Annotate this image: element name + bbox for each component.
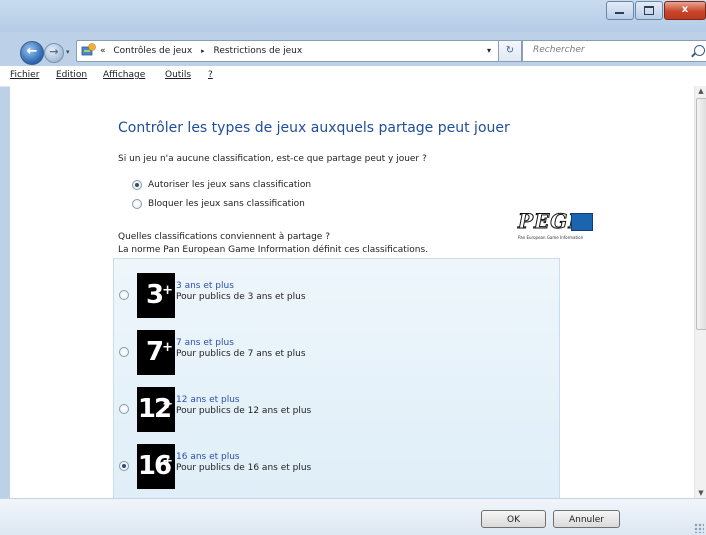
address-bar[interactable]: « Contrôles de jeux ▸ Restrictions de je… bbox=[76, 40, 500, 62]
menu-tools[interactable]: Outils bbox=[165, 70, 191, 80]
maximize-icon bbox=[636, 2, 662, 19]
ratings-question-line2: La norme Pan European Game Information d… bbox=[118, 245, 429, 255]
rating-row-3[interactable]: 3 + 3 ans et plus Pour publics de 3 ans … bbox=[114, 269, 559, 321]
pegi-7-icon: 7 + bbox=[137, 330, 175, 375]
pegi-3-plus: + bbox=[162, 283, 173, 298]
dialog-button-bar: OK Annuler bbox=[0, 498, 706, 535]
block-unrated-label[interactable]: Bloquer les jeux sans classification bbox=[148, 199, 305, 209]
pegi-logo-flag-icon bbox=[571, 213, 593, 231]
minimize-button[interactable] bbox=[606, 1, 634, 20]
content-pane: Contrôler les types de jeux auxquels par… bbox=[10, 86, 694, 500]
rating-12-description: Pour publics de 12 ans et plus bbox=[176, 406, 312, 416]
rating-row-7[interactable]: 7 + 7 ans et plus Pour publics de 7 ans … bbox=[114, 326, 559, 378]
pegi-12-icon: 12 + bbox=[137, 387, 175, 432]
recent-pages-dropdown[interactable]: ▾ bbox=[66, 48, 70, 56]
scroll-down-icon[interactable]: ▼ bbox=[695, 489, 706, 497]
breadcrumb-item-game-restrictions[interactable]: Restrictions de jeux bbox=[213, 41, 302, 61]
address-dropdown-icon[interactable]: ▾ bbox=[487, 41, 491, 61]
back-button[interactable]: ← bbox=[20, 41, 44, 65]
cancel-button[interactable]: Annuler bbox=[553, 510, 620, 528]
rating-3-description: Pour publics de 3 ans et plus bbox=[176, 292, 306, 302]
allow-unrated-option[interactable]: Autoriser les jeux sans classification bbox=[132, 178, 311, 192]
refresh-button[interactable]: ↻ bbox=[498, 40, 522, 62]
close-icon: x bbox=[681, 4, 689, 15]
allow-unrated-radio[interactable] bbox=[132, 180, 142, 190]
breadcrumb-item-game-controls[interactable]: Contrôles de jeux bbox=[113, 41, 192, 61]
pegi-12-plus: + bbox=[162, 397, 173, 412]
menu-file[interactable]: Fichier bbox=[10, 70, 39, 80]
block-unrated-radio[interactable] bbox=[132, 199, 142, 209]
page-title: Contrôler les types de jeux auxquels par… bbox=[118, 120, 510, 136]
rating-12-title[interactable]: 12 ans et plus bbox=[176, 395, 240, 405]
rating-7-radio[interactable] bbox=[119, 347, 129, 357]
ratings-list: 3 + 3 ans et plus Pour publics de 3 ans … bbox=[113, 258, 560, 500]
menu-view[interactable]: Affichage bbox=[103, 70, 145, 80]
breadcrumb-overflow[interactable]: « bbox=[100, 41, 106, 61]
pegi-3-icon: 3 + bbox=[137, 273, 175, 318]
rating-16-description: Pour publics de 16 ans et plus bbox=[176, 463, 312, 473]
scroll-up-icon[interactable]: ▲ bbox=[695, 87, 706, 95]
search-box bbox=[522, 40, 706, 62]
resize-grip-icon[interactable] bbox=[694, 523, 704, 533]
menu-bar: Fichier Edition Affichage Outils ? bbox=[0, 66, 706, 87]
window-titlebar: x bbox=[0, 0, 706, 32]
pegi-logo-subtitle: Pan European Game Information bbox=[518, 235, 584, 240]
rating-16-title[interactable]: 16 ans et plus bbox=[176, 452, 240, 462]
ratings-question-line1: Quelles classifications conviennent à pa… bbox=[118, 232, 330, 242]
ratings-question: Quelles classifications conviennent à pa… bbox=[118, 231, 428, 257]
allow-unrated-label[interactable]: Autoriser les jeux sans classification bbox=[148, 180, 311, 190]
back-arrow-icon: ← bbox=[26, 44, 38, 59]
rating-12-radio[interactable] bbox=[119, 404, 129, 414]
vertical-scrollbar[interactable]: ▲ ▼ bbox=[694, 86, 706, 498]
rating-16-radio[interactable] bbox=[119, 461, 129, 471]
scrollbar-thumb[interactable] bbox=[696, 98, 706, 330]
minimize-icon bbox=[607, 2, 633, 19]
search-input[interactable] bbox=[531, 44, 705, 56]
pegi-16-icon: 16 + bbox=[137, 444, 175, 489]
forward-arrow-icon: → bbox=[49, 45, 59, 58]
pegi-logo: PEGI Pan European Game Information bbox=[516, 209, 595, 243]
rating-3-radio[interactable] bbox=[119, 290, 129, 300]
menu-edit[interactable]: Edition bbox=[56, 70, 87, 80]
rating-row-16[interactable]: 16 + 16 ans et plus Pour publics de 16 a… bbox=[114, 440, 559, 492]
unrated-question: Si un jeu n'a aucune classification, est… bbox=[118, 154, 427, 164]
block-unrated-option[interactable]: Bloquer les jeux sans classification bbox=[132, 197, 305, 211]
rating-7-description: Pour publics de 7 ans et plus bbox=[176, 349, 306, 359]
rating-7-title[interactable]: 7 ans et plus bbox=[176, 338, 234, 348]
close-button[interactable]: x bbox=[664, 1, 706, 20]
ok-button[interactable]: OK bbox=[481, 510, 546, 528]
breadcrumb-separator-icon[interactable]: ▸ bbox=[201, 41, 205, 61]
search-icon[interactable] bbox=[694, 45, 705, 56]
rating-3-title[interactable]: 3 ans et plus bbox=[176, 281, 234, 291]
pegi-logo-text: PEGI bbox=[518, 209, 579, 234]
breadcrumb: « Contrôles de jeux ▸ Restrictions de je… bbox=[100, 41, 302, 61]
pegi-7-plus: + bbox=[162, 340, 173, 355]
control-panel-icon bbox=[81, 43, 96, 56]
caption-buttons: x bbox=[605, 1, 706, 20]
pegi-16-plus: + bbox=[162, 454, 173, 469]
forward-button[interactable]: → bbox=[44, 43, 64, 63]
maximize-button[interactable] bbox=[635, 1, 663, 20]
menu-help[interactable]: ? bbox=[208, 70, 213, 80]
rating-row-12[interactable]: 12 + 12 ans et plus Pour publics de 12 a… bbox=[114, 383, 559, 435]
